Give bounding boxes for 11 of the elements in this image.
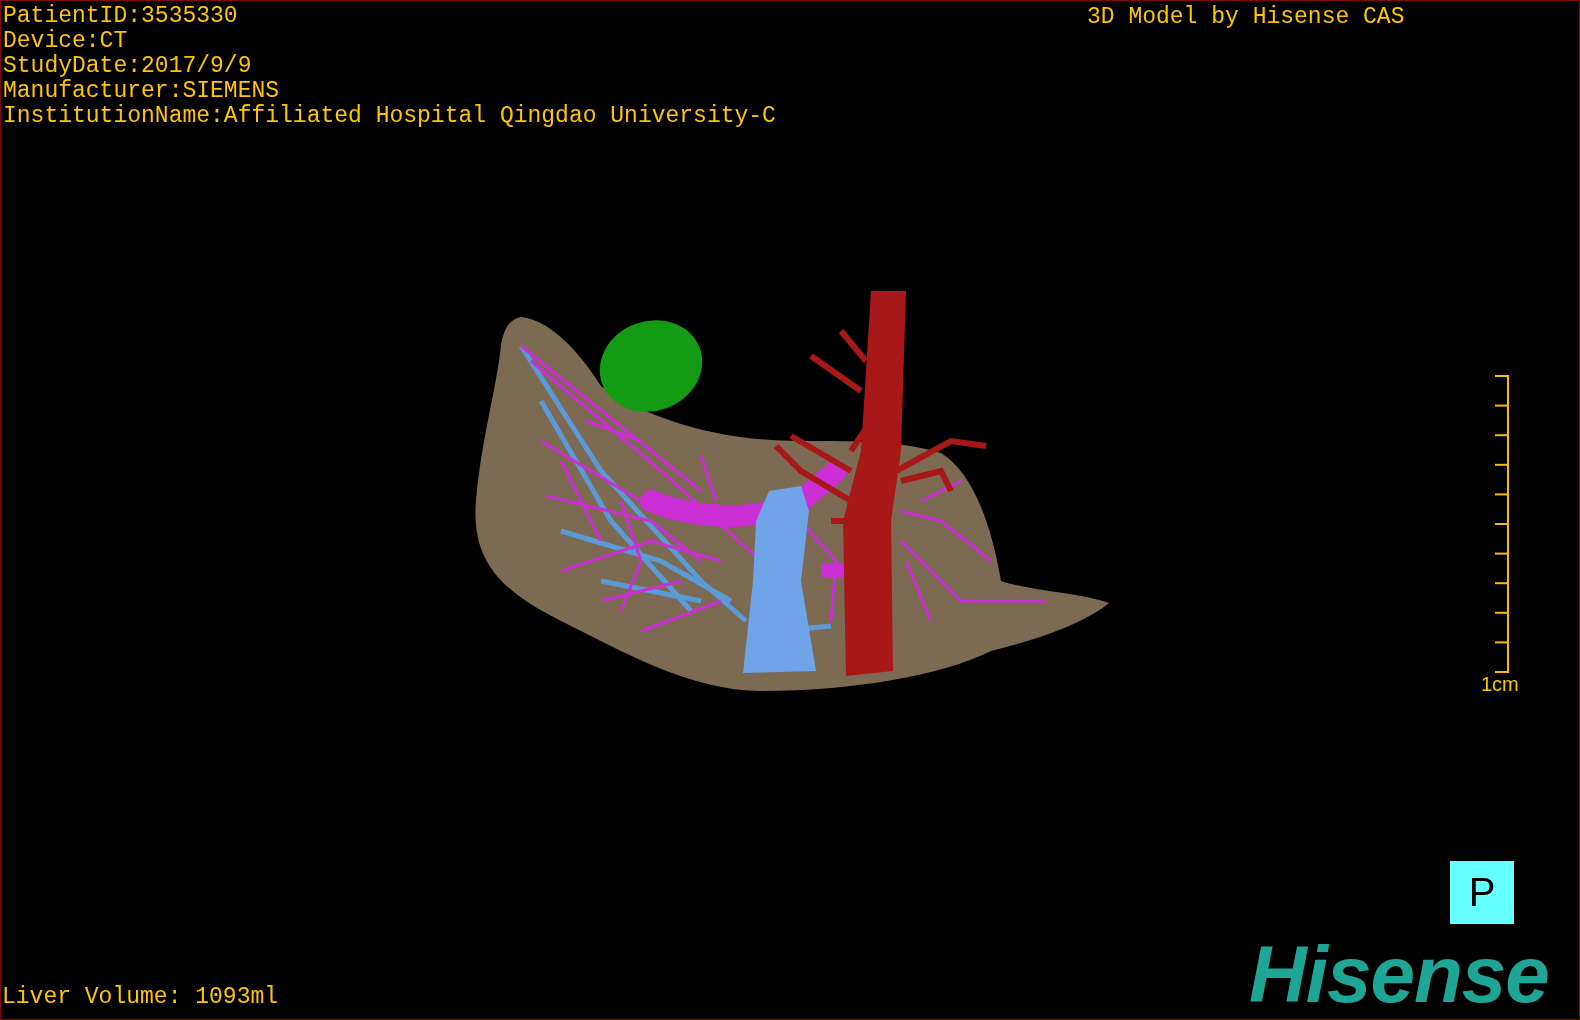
- brand-logo: Hisense: [1249, 939, 1549, 1011]
- study-info-text: StudyDate:2017/9/9: [3, 54, 253, 79]
- study-info-text: Manufacturer:SIEMENS: [3, 79, 281, 104]
- scale-label: 1cm: [1481, 673, 1519, 695]
- orientation-button[interactable]: P: [1450, 861, 1514, 924]
- study-info-text: PatientID:3535330: [3, 4, 239, 29]
- study-info-text: InstitutionName:Affiliated Hospital Qingdao University-C: [3, 104, 776, 129]
- liver-volume-text: Liver Volume: 1093ml: [2, 985, 279, 1010]
- model-credit-text: 3D Model by Hisense CAS: [1087, 5, 1405, 30]
- study-info-text: Device:CT: [3, 29, 129, 54]
- viewer-canvas[interactable]: PatientID:3535330 Device:CT StudyDate:2017/9/9 Manufacturer:SIEMENS InstitutionName:Affiliated Hospital Qingdao University-C 3D Model by Hisense CAS 1cm P Liver Volume: 1093ml Hisense: [0, 0, 1580, 1020]
